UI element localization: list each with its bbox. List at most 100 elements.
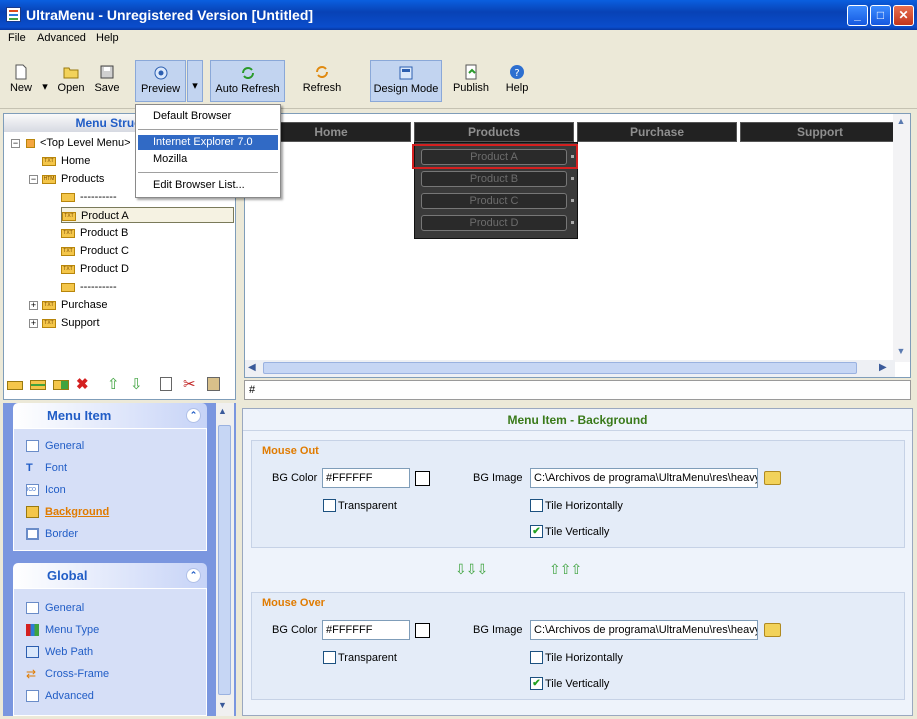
properties-title: Menu Item - Background (243, 409, 912, 431)
color-swatch[interactable] (415, 623, 430, 638)
scroll-up-arrow[interactable]: ▲ (218, 406, 227, 416)
open-button[interactable]: Open (55, 60, 87, 102)
browse-folder-icon[interactable] (764, 623, 781, 637)
link-menu-item-general[interactable]: General (26, 438, 84, 454)
structure-toolbar: ✖ ⇧ ⇩ ✂ (3, 372, 236, 398)
menu-help[interactable]: Help (96, 32, 119, 44)
tree-expand-support[interactable]: + (29, 319, 38, 328)
menu-item-group-header[interactable]: Menu Item ⌃ (13, 403, 207, 428)
link-global-advanced[interactable]: Advanced (26, 688, 94, 704)
tree-item-product-a[interactable]: TXT Product A (61, 207, 234, 223)
browse-folder-icon[interactable] (764, 471, 781, 485)
refresh-button[interactable]: Refresh (298, 60, 346, 102)
tree-item-separator[interactable]: ---------- (61, 189, 117, 205)
link-menu-item-icon[interactable]: ICO Icon (26, 482, 66, 498)
tile-vertically-checkbox[interactable]: ✔ (530, 677, 543, 690)
menu-file[interactable]: File (8, 32, 26, 44)
submenu-item-product-d[interactable]: Product D (421, 215, 567, 231)
vertical-scrollbar[interactable]: ▲ ▼ (893, 114, 910, 362)
copy-icon[interactable] (160, 377, 172, 391)
copy-up-arrows-icon[interactable]: ⇧⇧⇧ (549, 562, 597, 576)
scroll-up-arrow[interactable]: ▲ (895, 116, 907, 128)
auto-refresh-icon (241, 67, 254, 79)
menu-advanced[interactable]: Advanced (37, 32, 86, 44)
tree-item-support[interactable]: TXT Support (42, 315, 100, 331)
scroll-right-arrow[interactable]: ▶ (879, 362, 887, 373)
auto-refresh-button[interactable]: Auto Refresh (210, 60, 285, 102)
bg-color-input[interactable]: #FFFFFF (322, 468, 410, 488)
submenu-item-product-b[interactable]: Product B (421, 171, 567, 187)
link-menu-item-font[interactable]: T Font (26, 460, 67, 476)
submenu-item-product-c[interactable]: Product C (421, 193, 567, 209)
collapse-chevron-icon[interactable]: ⌃ (186, 408, 201, 423)
horizontal-scrollbar[interactable]: ◀ ▶ (245, 360, 895, 377)
new-button[interactable]: New (6, 60, 36, 102)
nav-tab-support[interactable]: Support (740, 122, 900, 142)
tree-item-products[interactable]: HTM Products (42, 171, 104, 187)
dropdown-item-ie7[interactable]: Internet Explorer 7.0 (138, 135, 278, 150)
color-swatch[interactable] (415, 471, 430, 486)
menu-item-group-body: General T Font ICO Icon Background Border (13, 428, 207, 551)
publish-button[interactable]: Publish (452, 60, 490, 102)
bg-color-label: BG Color (272, 472, 318, 484)
tree-item-product-b[interactable]: TXT Product B (61, 225, 128, 241)
add-submenu-icon[interactable] (53, 380, 69, 390)
global-group-header[interactable]: Global ⌃ (13, 563, 207, 588)
horizontal-scroll-thumb[interactable] (263, 362, 857, 374)
preview-button[interactable]: Preview (135, 60, 186, 102)
scroll-left-arrow[interactable]: ◀ (248, 362, 256, 373)
scroll-down-arrow[interactable]: ▼ (895, 346, 907, 358)
delete-icon[interactable]: ✖ (76, 377, 92, 393)
dropdown-item-mozilla[interactable]: Mozilla (138, 152, 278, 167)
close-button[interactable]: ✕ (893, 5, 914, 26)
maximize-button[interactable]: □ (870, 5, 891, 26)
tree-collapse-root[interactable]: − (11, 139, 20, 148)
task-pane-scrollbar[interactable]: ▲ ▼ (216, 403, 234, 716)
transparent-checkbox[interactable] (323, 651, 336, 664)
menu-bar: File Advanced Help (0, 30, 917, 49)
tile-vertically-checkbox[interactable]: ✔ (530, 525, 543, 538)
design-mode-button[interactable]: Design Mode (370, 60, 442, 102)
preview-dropdown-arrow[interactable]: ▾ (187, 60, 203, 102)
design-mode-label: Design Mode (373, 83, 439, 95)
tile-horizontally-checkbox[interactable] (530, 651, 543, 664)
preview-label: Preview (140, 83, 181, 95)
cut-icon[interactable]: ✂ (183, 377, 199, 393)
tree-item-home[interactable]: TXT Home (42, 153, 90, 169)
link-menu-item-background[interactable]: Background (26, 504, 109, 520)
help-button[interactable]: ? Help (503, 60, 531, 102)
collapse-chevron-icon[interactable]: ⌃ (186, 568, 201, 583)
bg-color-input[interactable]: #FFFFFF (322, 620, 410, 640)
link-global-web-path[interactable]: Web Path (26, 644, 93, 660)
tree-expand-purchase[interactable]: + (29, 301, 38, 310)
tree-item-separator[interactable]: ---------- (61, 279, 117, 295)
new-dropdown-arrow[interactable]: ▾ (38, 60, 52, 102)
tree-collapse-products[interactable]: − (29, 175, 38, 184)
nav-tab-products[interactable]: Products (414, 122, 574, 142)
save-button[interactable]: Save (92, 60, 122, 102)
tree-item-product-c[interactable]: TXT Product C (61, 243, 129, 259)
nav-tab-purchase[interactable]: Purchase (577, 122, 737, 142)
link-global-cross-frame[interactable]: ⇄ Cross-Frame (26, 666, 109, 682)
bg-image-input[interactable]: C:\Archivos de programa\UltraMenu\res\he… (530, 620, 758, 640)
minimize-button[interactable]: _ (847, 5, 868, 26)
paste-icon[interactable] (207, 377, 220, 391)
tile-horizontally-checkbox[interactable] (530, 499, 543, 512)
link-global-menu-type[interactable]: Menu Type (26, 622, 99, 638)
task-pane-scroll-thumb[interactable] (218, 425, 231, 695)
add-item-icon[interactable] (7, 381, 23, 390)
tree-item-product-d[interactable]: TXT Product D (61, 261, 129, 277)
tree-item-purchase[interactable]: TXT Purchase (42, 297, 107, 313)
link-menu-item-border[interactable]: Border (26, 526, 78, 542)
link-global-general[interactable]: General (26, 600, 84, 616)
dropdown-item-edit-browser-list[interactable]: Edit Browser List... (138, 178, 278, 193)
move-down-icon[interactable]: ⇩ (130, 377, 146, 393)
scroll-down-arrow[interactable]: ▼ (218, 700, 227, 710)
transparent-checkbox[interactable] (323, 499, 336, 512)
move-up-icon[interactable]: ⇧ (107, 377, 123, 393)
copy-down-arrows-icon[interactable]: ⇩⇩⇩ (455, 562, 503, 576)
bg-image-input[interactable]: C:\Archivos de programa\UltraMenu\res\he… (530, 468, 758, 488)
dropdown-item-default-browser[interactable]: Default Browser (138, 109, 278, 124)
add-separator-icon[interactable] (30, 380, 46, 390)
tree-root[interactable]: <Top Level Menu> (26, 135, 131, 151)
